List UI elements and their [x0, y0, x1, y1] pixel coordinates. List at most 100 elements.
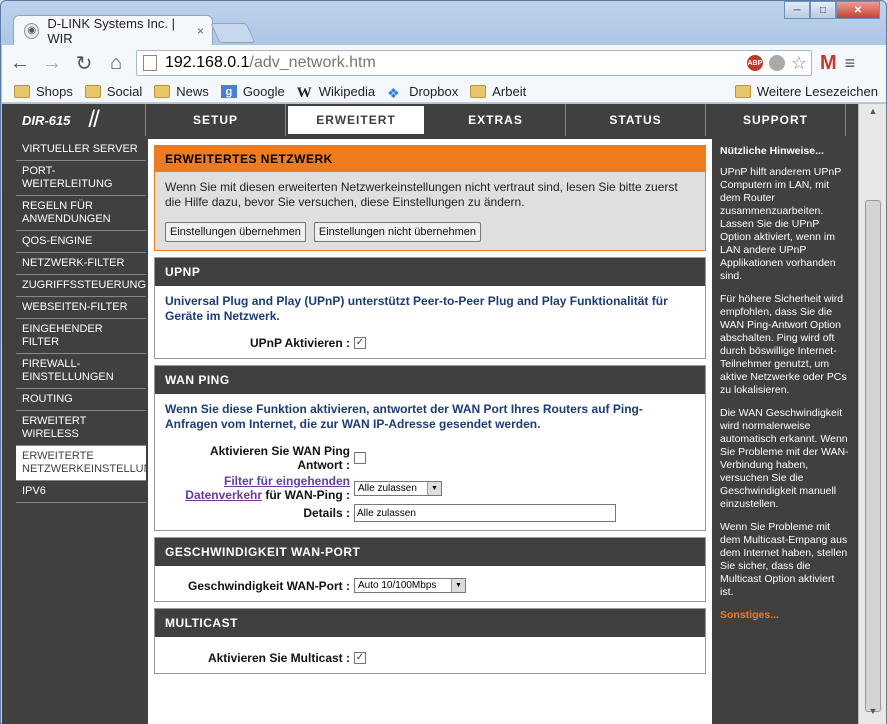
folder-icon: [470, 85, 487, 98]
sidebar-item-access-control[interactable]: ZUGRIFFSSTEUERUNG: [16, 275, 146, 297]
wanping-box: WAN PING Wenn Sie diese Funktion aktivie…: [154, 365, 706, 531]
tab-setup[interactable]: SETUP: [146, 104, 286, 136]
dont-save-settings-button[interactable]: Einstellungen nicht übernehmen: [313, 222, 482, 242]
section-title: MULTICAST: [155, 609, 705, 637]
menu-icon[interactable]: ≡: [845, 53, 856, 74]
bookmark-dropbox[interactable]: ❖ Dropbox: [387, 84, 459, 101]
sidebar-item-network-filter[interactable]: NETZWERK-FILTER: [16, 253, 146, 275]
sidebar-item-port-forwarding[interactable]: PORT-WEITERLEITUNG: [16, 161, 146, 196]
bookmark-shops[interactable]: Shops: [14, 84, 73, 99]
home-icon[interactable]: ⌂: [102, 49, 130, 77]
multicast-label: Aktivieren Sie Multicast :: [207, 651, 350, 665]
browser-tab[interactable]: ◉ D-LINK Systems Inc. | WIR ×: [13, 15, 213, 46]
router-page: DIR-615// SETUP ERWEITERT EXTRAS STATUS …: [2, 104, 886, 724]
tab-title: D-LINK Systems Inc. | WIR: [47, 15, 176, 46]
scrollbar[interactable]: ▲ ▼: [858, 104, 886, 724]
sidebar-item-website-filter[interactable]: WEBSEITEN-FILTER: [16, 297, 146, 319]
tab-support[interactable]: SUPPORT: [706, 104, 846, 136]
bookmark-wikipedia[interactable]: W Wikipedia: [296, 84, 376, 101]
tab-erweitert[interactable]: ERWEITERT: [286, 104, 426, 136]
upnp-description: Universal Plug and Play (UPnP) unterstüt…: [165, 294, 668, 323]
wanping-filter-select[interactable]: Alle zulassen ▼: [354, 480, 442, 496]
wanspeed-label: Geschwindigkeit WAN-Port :: [187, 578, 350, 593]
dropbox-icon: ❖: [387, 85, 400, 101]
extension-icon[interactable]: [768, 55, 785, 71]
sidebar-item-qos[interactable]: QOS-ENGINE: [16, 231, 146, 253]
google-icon: g: [220, 85, 237, 98]
wikipedia-icon: W: [296, 85, 312, 101]
maximize-button[interactable]: □: [810, 1, 836, 19]
sidebar-item-virtual-server[interactable]: VIRTUELLER SERVER: [16, 139, 146, 161]
folder-icon: [154, 85, 171, 98]
details-field[interactable]: Alle zulassen: [354, 504, 616, 522]
window-controls: ─ □ ✕: [784, 1, 880, 19]
logo-slashes: //: [88, 106, 99, 133]
select-value: Auto 10/100Mbps: [358, 580, 437, 591]
help-title: Nützliche Hinweise...: [720, 145, 824, 157]
sidebar-item-inbound-filter[interactable]: EINGEHENDER FILTER: [16, 319, 146, 354]
tab-status[interactable]: STATUS: [566, 104, 706, 136]
help-upnp: UPnP hilft anderem UPnP Computern im LAN…: [720, 166, 842, 282]
browser-toolbar: ← → ↻ ⌂ 192.168.0.1/adv_network.htm ABP …: [2, 45, 886, 81]
star-icon[interactable]: ☆: [791, 53, 807, 74]
bookmark-label: Shops: [36, 84, 73, 99]
wanping-description: Wenn Sie diese Funktion aktivieren, antw…: [165, 402, 643, 431]
scroll-thumb[interactable]: [865, 200, 881, 712]
bookmark-label: Social: [106, 84, 143, 99]
help-wanping: Für höhere Sicherheit wird empfohlen, da…: [720, 293, 847, 396]
section-title: WAN PING: [155, 366, 705, 394]
favicon-icon: ◉: [24, 22, 40, 39]
gmail-icon[interactable]: M: [820, 52, 837, 75]
upnp-box: UPNP Universal Plug and Play (UPnP) unte…: [154, 257, 706, 359]
reload-icon[interactable]: ↻: [70, 49, 98, 77]
bookmark-other[interactable]: Weitere Lesezeichen: [734, 84, 878, 99]
new-tab-button[interactable]: [210, 23, 256, 43]
sidebar-item-ipv6[interactable]: IPV6: [16, 481, 146, 503]
scroll-down-icon[interactable]: ▼: [865, 706, 881, 722]
close-tab-icon[interactable]: ×: [197, 24, 204, 38]
chevron-down-icon: ▼: [427, 481, 441, 495]
bookmark-label: News: [176, 84, 209, 99]
sidebar-item-routing[interactable]: ROUTING: [16, 389, 146, 411]
bookmark-label: Dropbox: [409, 84, 459, 99]
adblock-icon[interactable]: ABP: [746, 55, 763, 71]
wanping-filter-label: Filter für eingehenden Datenverkehr für …: [165, 474, 354, 502]
bookmark-arbeit[interactable]: Arbeit: [470, 84, 526, 99]
filter-suffix: für WAN-Ping :: [262, 488, 350, 502]
multicast-checkbox[interactable]: ✓: [354, 652, 366, 664]
bookmark-news[interactable]: News: [154, 84, 209, 99]
sidebar-item-advanced-wireless[interactable]: ERWEITERT WIRELESS: [16, 411, 146, 446]
model-label: DIR-615: [22, 112, 71, 128]
router-header: DIR-615// SETUP ERWEITERT EXTRAS STATUS …: [14, 104, 856, 136]
more-link[interactable]: Sonstiges...: [720, 609, 850, 622]
wanspeed-select[interactable]: Auto 10/100Mbps ▼: [354, 578, 466, 593]
sidebar-item-app-rules[interactable]: REGELN FÜR ANWENDUNGEN: [16, 196, 146, 231]
bookmark-google[interactable]: g Google: [220, 84, 285, 99]
help-multicast: Wenn Sie Probleme mit dem Multicast-Empa…: [720, 521, 848, 598]
minimize-button[interactable]: ─: [784, 1, 810, 19]
forward-icon[interactable]: →: [38, 49, 66, 77]
bookmark-label: Wikipedia: [318, 84, 376, 99]
wanping-enable-label: Aktivieren Sie WAN Ping Antwort :: [209, 444, 350, 472]
close-window-button[interactable]: ✕: [836, 1, 880, 19]
url-path: /adv_network.htm: [249, 54, 376, 71]
upnp-checkbox[interactable]: ✓: [354, 337, 366, 349]
url-host: 192.168.0.1: [165, 54, 250, 71]
intro-text: Wenn Sie mit diesen erweiterten Netzwerk…: [165, 180, 678, 209]
back-icon[interactable]: ←: [6, 49, 34, 77]
bookmarks-bar: Shops Social News g Google W Wikipedia ❖ Dr…: [2, 81, 886, 103]
chevron-down-icon: ▼: [451, 579, 465, 592]
sidebar-item-firewall[interactable]: FIREWALL-EINSTELLUNGEN: [16, 354, 146, 389]
sidebar-item-advanced-network[interactable]: ERWEITERTE NETZWERKEINSTELLUNGEN: [16, 446, 175, 481]
wanping-checkbox[interactable]: [354, 452, 366, 464]
scroll-up-icon[interactable]: ▲: [865, 106, 881, 122]
save-settings-button[interactable]: Einstellungen übernehmen: [165, 222, 306, 242]
router-model: DIR-615 //: [14, 104, 146, 136]
bookmark-social[interactable]: Social: [84, 84, 143, 99]
upnp-enable-label: UPnP Aktivieren :: [249, 336, 350, 350]
wanspeed-box: GESCHWINDIGKEIT WAN-PORT Geschwindigkeit…: [154, 537, 706, 602]
address-bar[interactable]: 192.168.0.1/adv_network.htm ABP ☆: [136, 50, 812, 76]
folder-icon: [734, 85, 751, 98]
tab-extras[interactable]: EXTRAS: [426, 104, 566, 136]
section-title: ERWEITERTES NETZWERK: [155, 146, 705, 172]
